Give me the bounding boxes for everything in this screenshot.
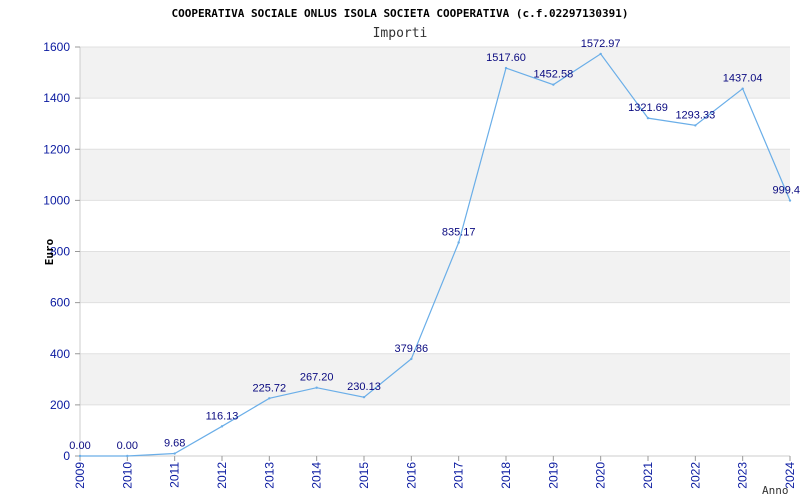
- x-tick-label: 2016: [404, 462, 418, 489]
- data-label: 0.00: [117, 440, 138, 452]
- data-point: [504, 66, 508, 70]
- x-tick-label: 2011: [168, 462, 182, 488]
- data-label: 379.86: [395, 343, 429, 355]
- data-point: [741, 87, 744, 90]
- data-label: 1517.60: [486, 52, 526, 64]
- data-label: 1437.04: [723, 73, 763, 85]
- data-label: 116.13: [206, 410, 239, 422]
- data-point: [646, 116, 650, 120]
- data-point: [315, 386, 318, 389]
- data-label: 225.72: [253, 382, 287, 394]
- y-tick-label: 200: [50, 398, 70, 412]
- data-label: 1321.69: [628, 102, 668, 114]
- x-tick-label: 2018: [499, 462, 513, 489]
- data-point: [126, 454, 129, 458]
- y-tick-label: 1200: [43, 142, 70, 156]
- chart-subtitle: Importi: [373, 26, 428, 41]
- x-tick-label: 2021: [641, 462, 655, 489]
- data-point: [220, 425, 224, 428]
- y-tick-label: 1400: [43, 91, 70, 105]
- data-point: [552, 83, 555, 86]
- chart-title: COOPERATIVA SOCIALE ONLUS ISOLA SOCIETA …: [172, 7, 629, 20]
- x-tick-label: 2013: [262, 462, 276, 489]
- grid-band: [80, 353, 790, 405]
- data-point: [694, 124, 697, 127]
- grid-band: [80, 47, 790, 99]
- y-tick-label: 600: [50, 296, 70, 310]
- data-point: [78, 454, 82, 458]
- x-tick-label: 2023: [736, 462, 750, 489]
- x-tick-label: 2019: [546, 462, 560, 489]
- x-tick-label: 2012: [215, 462, 229, 489]
- data-label: 999.4: [772, 185, 800, 197]
- y-axis-label: Euro: [43, 238, 56, 265]
- data-label: 230.13: [347, 381, 381, 393]
- x-tick-label: 2009: [73, 462, 87, 489]
- y-tick-label: 1600: [43, 40, 70, 54]
- y-tick-label: 400: [50, 347, 70, 361]
- data-label: 9.68: [164, 438, 185, 450]
- grid-band: [80, 251, 790, 303]
- data-label: 267.20: [300, 372, 334, 384]
- x-tick-label: 2014: [310, 462, 324, 489]
- data-label: 0.00: [69, 440, 90, 452]
- y-tick-label: 1000: [43, 193, 70, 207]
- line-chart: COOPERATIVA SOCIALE ONLUS ISOLA SOCIETA …: [43, 7, 800, 497]
- data-point: [362, 395, 366, 399]
- x-tick-label: 2020: [594, 462, 608, 489]
- grid-band: [80, 149, 790, 201]
- data-label: 1293.33: [675, 109, 715, 121]
- data-point: [173, 452, 176, 455]
- data-label: 1572.97: [581, 38, 621, 50]
- data-point: [268, 397, 271, 400]
- x-axis: 2009 2010 2011 2012 2013 2014 2015 2016 2017 2018…: [73, 456, 797, 489]
- data-point: [410, 357, 413, 361]
- x-tick-label: 2017: [452, 462, 466, 489]
- x-tick-label: 2022: [688, 462, 702, 489]
- x-tick-label: 2015: [357, 462, 371, 489]
- data-label: 1452.58: [533, 69, 573, 81]
- data-point: [599, 52, 602, 56]
- x-axis-label: Anno: [762, 484, 789, 497]
- data-label: 835.17: [442, 227, 476, 239]
- x-tick-label: 2010: [120, 462, 134, 489]
- data-point: [788, 199, 792, 202]
- data-point: [457, 241, 460, 244]
- plot-background: [79, 46, 790, 457]
